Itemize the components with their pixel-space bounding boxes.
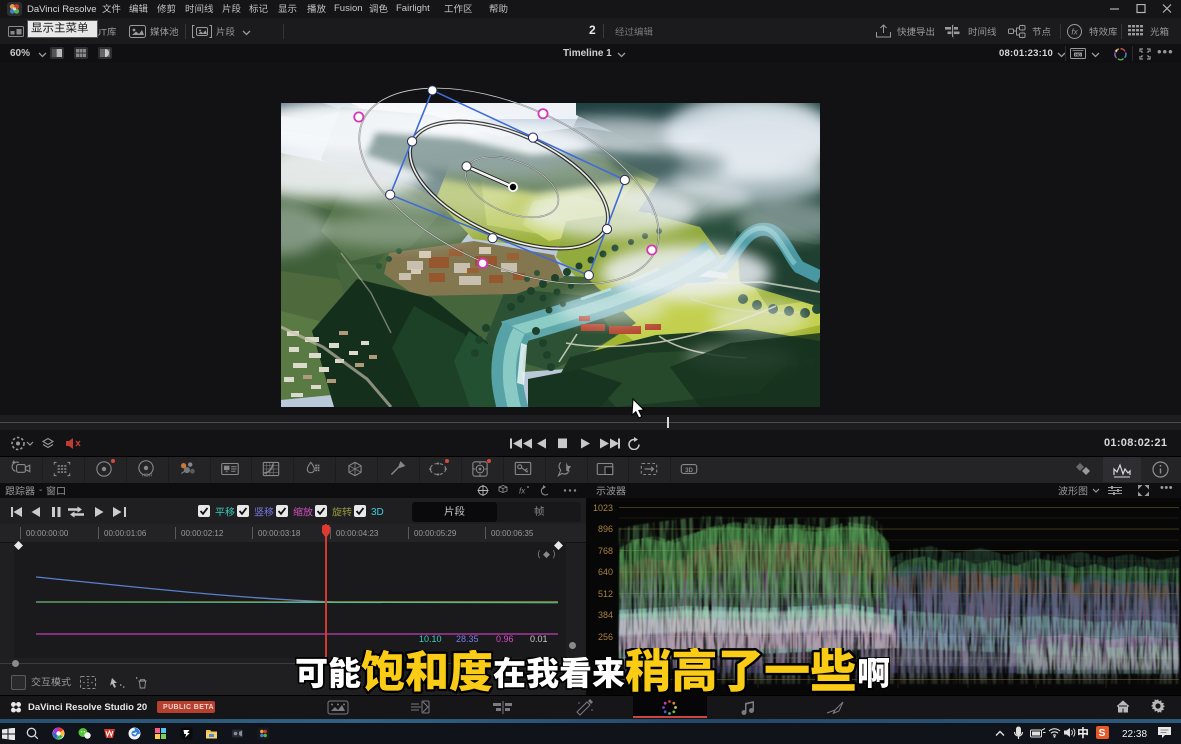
- svg-text:HDR: HDR: [142, 473, 153, 479]
- svg-text:1023: 1023: [593, 503, 613, 513]
- svg-text:512: 512: [598, 589, 613, 599]
- svg-text:HQ: HQ: [1075, 53, 1081, 57]
- svg-text:896: 896: [598, 524, 613, 534]
- svg-text:640: 640: [598, 567, 613, 577]
- svg-text:256: 256: [598, 632, 613, 642]
- svg-text:3D: 3D: [685, 468, 693, 474]
- svg-text:384: 384: [598, 610, 613, 620]
- svg-text:fx: fx: [1071, 27, 1078, 36]
- svg-text:768: 768: [598, 546, 613, 556]
- svg-text:fx: fx: [519, 487, 526, 496]
